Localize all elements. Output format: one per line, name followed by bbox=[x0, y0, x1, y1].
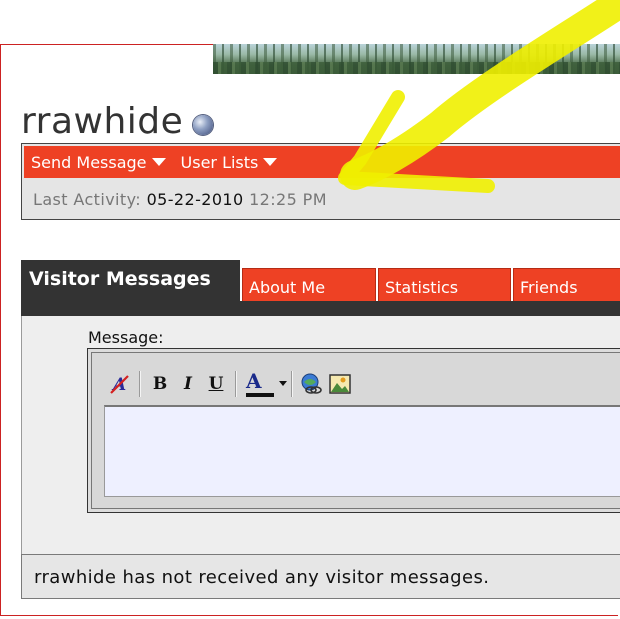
offline-status-icon bbox=[193, 115, 213, 135]
chevron-down-icon[interactable] bbox=[279, 381, 287, 386]
toolbar-separator bbox=[139, 371, 141, 397]
send-message-button[interactable]: Send Message bbox=[31, 153, 166, 172]
chevron-down-icon bbox=[263, 158, 278, 166]
forest-header-banner bbox=[213, 44, 620, 74]
last-activity-time: 12:25 PM bbox=[249, 190, 327, 209]
toolbar-separator bbox=[291, 371, 293, 397]
bold-icon[interactable]: B bbox=[146, 370, 174, 398]
no-messages-notice: rrawhide has not received any visitor me… bbox=[21, 554, 620, 599]
font-color-icon[interactable]: A bbox=[242, 369, 287, 399]
tab-about-me[interactable]: About Me bbox=[242, 268, 376, 301]
underline-icon[interactable]: U bbox=[202, 370, 230, 398]
user-lists-button[interactable]: User Lists bbox=[181, 153, 278, 172]
editor-frame: A B I U A bbox=[91, 352, 620, 509]
insert-link-icon[interactable] bbox=[298, 370, 326, 398]
font-color-swatch bbox=[246, 393, 274, 397]
last-activity: Last Activity: 05-22-2010 12:25 PM bbox=[33, 190, 327, 209]
toolbar-separator bbox=[235, 371, 237, 397]
editor-toolbar: A B I U A bbox=[106, 367, 354, 401]
font-color-glyph: A bbox=[246, 369, 262, 393]
send-message-label: Send Message bbox=[31, 152, 147, 172]
tab-statistics[interactable]: Statistics bbox=[378, 268, 511, 301]
tab-friends[interactable]: Friends bbox=[513, 268, 620, 301]
remove-formatting-icon[interactable]: A bbox=[106, 370, 134, 398]
user-lists-label: User Lists bbox=[180, 152, 259, 172]
message-label: Message: bbox=[88, 328, 164, 347]
last-activity-label: Last Activity: bbox=[33, 190, 142, 209]
last-activity-date: 05-22-2010 bbox=[146, 190, 244, 209]
insert-image-icon[interactable] bbox=[326, 370, 354, 398]
profile-info-box: Send Message User Lists Last Activity: 0… bbox=[21, 143, 620, 220]
profile-action-bar: Send Message User Lists bbox=[24, 146, 620, 178]
no-messages-text: rrawhide has not received any visitor me… bbox=[34, 567, 490, 588]
chevron-down-icon bbox=[151, 158, 166, 166]
profile-username: rrawhide bbox=[21, 101, 184, 142]
message-textarea[interactable] bbox=[104, 405, 620, 497]
italic-icon[interactable]: I bbox=[174, 370, 202, 398]
tab-content-header bbox=[21, 301, 620, 316]
message-editor: A B I U A bbox=[87, 348, 620, 513]
